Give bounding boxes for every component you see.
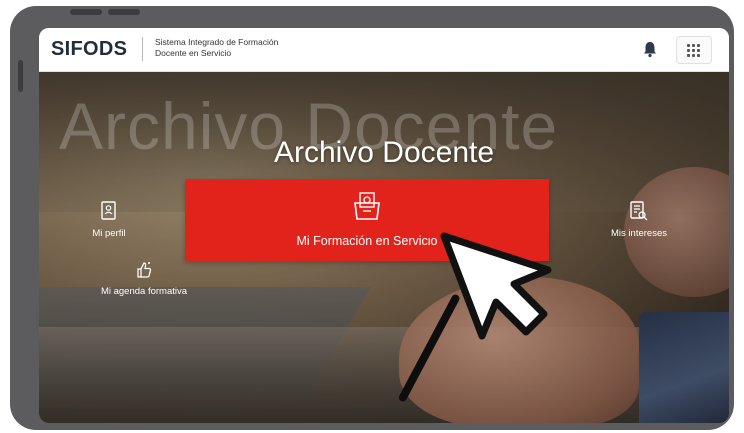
logo-divider (142, 37, 143, 61)
pointer-cursor-icon (416, 204, 552, 340)
certificate-folder-icon (354, 192, 380, 220)
system-name-line1: Sistema Integrado de Formación (155, 37, 279, 47)
bell-icon[interactable] (640, 39, 660, 59)
system-name-line2: Docente en Servicio (155, 48, 232, 58)
app-header: SIFODS Sistema Integrado de Formación Do… (39, 28, 729, 72)
page-title: Archivo Docente (273, 136, 495, 169)
profile-document-icon (101, 201, 116, 220)
hero-banner: Archivo Docente Archivo Docente Mi perfi… (39, 72, 729, 423)
tablet-button (70, 9, 102, 15)
tile-mis-intereses[interactable]: Mis intereses (579, 200, 699, 262)
tile-label: Mi agenda formativa (100, 286, 188, 297)
tablet-button (108, 9, 140, 15)
sifods-logo[interactable]: SIFODS (51, 38, 127, 61)
apps-grid-button[interactable] (676, 36, 712, 64)
tile-label: Mi perfil (92, 228, 126, 239)
tile-label: Mis intereses (611, 228, 667, 239)
tablet-side-button (18, 60, 23, 92)
tablet-frame: SIFODS Sistema Integrado de Formación Do… (10, 6, 734, 430)
interests-document-icon (630, 201, 648, 221)
thumbs-up-icon (137, 262, 152, 278)
tile-mi-agenda-formativa[interactable]: Mi agenda formativa (49, 260, 239, 318)
tile-mi-perfil[interactable]: Mi perfil (49, 200, 169, 262)
tablet-screen: SIFODS Sistema Integrado de Formación Do… (39, 28, 729, 423)
